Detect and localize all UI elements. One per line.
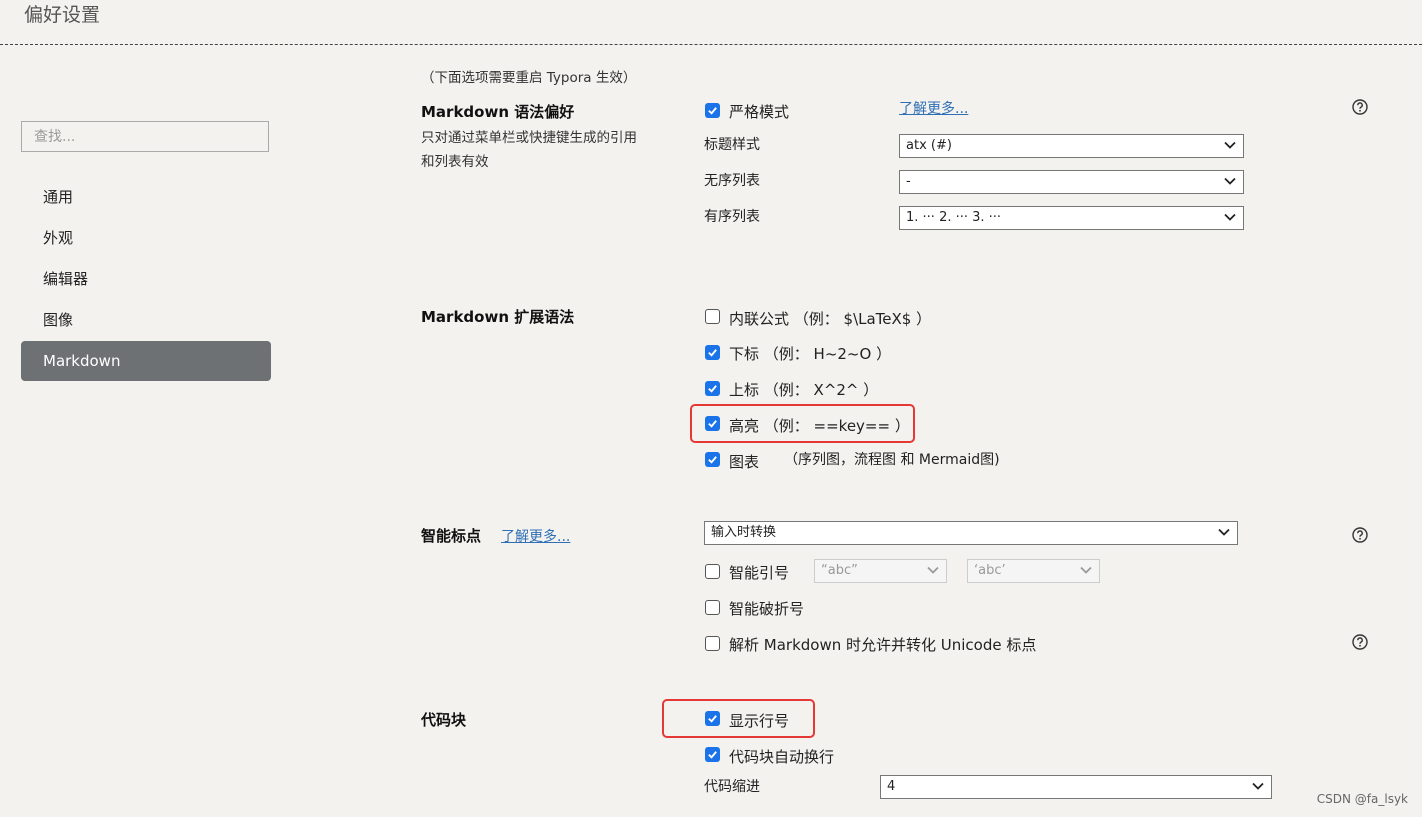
syntax-pref-title: Markdown 语法偏好 [421, 103, 575, 121]
unordered-list-value: - [906, 174, 911, 189]
smart-dash-checkbox[interactable] [705, 600, 720, 615]
highlight-checkbox[interactable] [705, 416, 720, 431]
check-icon [708, 420, 717, 428]
heading-style-label: 标题样式 [704, 137, 760, 153]
diagrams-sublabel: （序列图，流程图 和 Mermaid图) [784, 452, 1000, 468]
code-indent-value: 4 [887, 779, 896, 794]
unordered-list-select[interactable]: - [899, 170, 1244, 194]
chevron-down-icon [1224, 141, 1236, 149]
strict-mode-checkbox[interactable] [705, 103, 720, 118]
code-wrap-checkbox[interactable] [705, 747, 720, 762]
restart-note: （下面选项需要重启 Typora 生效） [421, 70, 637, 86]
smart-punct-mode-value: 输入时转换 [711, 525, 777, 540]
window-title: 偏好设置 [24, 4, 101, 26]
header-divider [0, 44, 1422, 45]
syntax-pref-desc-line1: 只对通过菜单栏或快捷键生成的引用 [421, 130, 637, 146]
help-icon[interactable] [1352, 527, 1368, 543]
check-icon [708, 456, 717, 464]
subscript-label: 下标 （例： H~2~O ） [729, 345, 892, 363]
inline-math-checkbox[interactable] [705, 309, 720, 324]
line-numbers-label: 显示行号 [729, 712, 790, 730]
syntax-pref-desc-line2: 和列表有效 [421, 154, 489, 170]
smart-punct-mode-select[interactable]: 输入时转换 [704, 521, 1238, 545]
code-indent-label: 代码缩进 [704, 779, 760, 795]
code-wrap-label: 代码块自动换行 [729, 748, 835, 766]
smart-dash-label: 智能破折号 [729, 600, 805, 618]
unicode-punct-checkbox[interactable] [705, 636, 720, 651]
ordered-list-value: 1. ··· 2. ··· 3. ··· [906, 210, 1002, 225]
unordered-list-label: 无序列表 [704, 173, 760, 189]
highlight-label: 高亮 （例： ==key== ） [729, 417, 910, 435]
ext-syntax-title: Markdown 扩展语法 [421, 308, 575, 326]
superscript-label: 上标 （例： X^2^ ） [729, 381, 879, 399]
inline-math-label: 内联公式 （例： $\LaTeX$ ） [729, 310, 932, 328]
help-icon[interactable] [1352, 634, 1368, 650]
sidebar-item-editor[interactable]: 编辑器 [21, 259, 271, 299]
strict-mode-label: 严格模式 [729, 103, 790, 121]
chevron-down-icon [1080, 566, 1092, 574]
check-icon [708, 349, 717, 357]
unicode-punct-label: 解析 Markdown 时允许并转化 Unicode 标点 [729, 636, 1037, 654]
double-quote-style-select[interactable]: “abc” [814, 559, 947, 583]
line-numbers-checkbox[interactable] [705, 711, 720, 726]
syntax-learn-more-link[interactable]: 了解更多... [899, 98, 968, 118]
subscript-checkbox[interactable] [705, 345, 720, 360]
smart-quotes-checkbox[interactable] [705, 564, 720, 579]
smart-quotes-label: 智能引号 [729, 564, 790, 582]
sidebar-item-image[interactable]: 图像 [21, 300, 271, 340]
chevron-down-icon [1224, 177, 1236, 185]
heading-style-select[interactable]: atx (#) [899, 134, 1244, 158]
single-quote-style-select[interactable]: ‘abc’ [967, 559, 1100, 583]
smart-punct-learn-more-link[interactable]: 了解更多... [501, 526, 570, 546]
search-input[interactable] [21, 121, 269, 152]
sidebar-item-general[interactable]: 通用 [21, 177, 271, 217]
chevron-down-icon [1252, 782, 1264, 790]
help-icon[interactable] [1352, 99, 1368, 115]
diagrams-checkbox[interactable] [705, 452, 720, 467]
heading-style-value: atx (#) [906, 138, 952, 153]
check-icon [708, 107, 717, 115]
code-indent-select[interactable]: 4 [880, 775, 1272, 799]
single-quote-style-value: ‘abc’ [974, 563, 1006, 578]
diagrams-label: 图表 [729, 453, 760, 471]
chevron-down-icon [1224, 213, 1236, 221]
smart-punct-title: 智能标点 [421, 527, 482, 545]
chevron-down-icon [927, 566, 939, 574]
chevron-down-icon [1218, 528, 1230, 536]
sidebar-item-markdown[interactable]: Markdown [21, 341, 271, 381]
check-icon [708, 751, 717, 759]
code-block-title: 代码块 [421, 711, 467, 729]
watermark: CSDN @fa_lsyk [1316, 792, 1408, 806]
check-icon [708, 385, 717, 393]
superscript-checkbox[interactable] [705, 381, 720, 396]
ordered-list-select[interactable]: 1. ··· 2. ··· 3. ··· [899, 206, 1244, 230]
sidebar-item-appearance[interactable]: 外观 [21, 218, 271, 258]
double-quote-style-value: “abc” [821, 563, 858, 578]
ordered-list-label: 有序列表 [704, 209, 760, 225]
check-icon [708, 715, 717, 723]
